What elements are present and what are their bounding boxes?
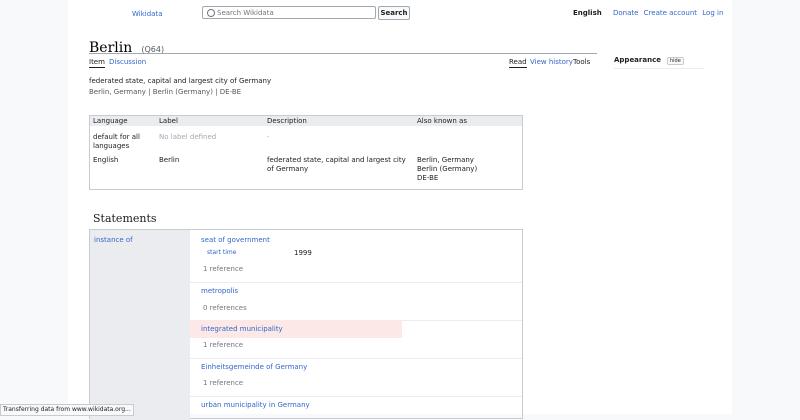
search-icon: [207, 9, 215, 17]
header-label: Label: [159, 117, 178, 125]
value-link[interactable]: metropolis: [201, 287, 238, 295]
statements-heading: Statements: [93, 212, 157, 225]
item-aliases: Berlin, Germany | Berlin (Germany) | DE-…: [89, 88, 242, 96]
row-default-label: No label defined: [159, 133, 217, 141]
row-english-language: English: [93, 156, 119, 164]
wikidata-logo[interactable]: Wikidata: [132, 10, 162, 18]
statement-value: integrated municipality 1 reference: [190, 320, 522, 359]
references-toggle[interactable]: 1 reference: [203, 341, 243, 349]
statement-value: Einheitsgemeinde of Germany 1 reference: [190, 358, 522, 397]
row-english-aliases: Berlin, Germany Berlin (Germany) DE-BE: [417, 156, 478, 182]
qualifier-value: 1999: [294, 249, 312, 257]
row-default-language: default for all languages: [93, 133, 140, 150]
row-default-description: -: [267, 133, 270, 141]
row-english-description: federated state, capital and largest cit…: [267, 156, 406, 173]
header-also-known-as: Also known as: [417, 117, 467, 125]
page-title: Berlin: [89, 40, 133, 56]
page: Wikidata Search English Donate Create ac…: [68, 0, 732, 420]
language-selector[interactable]: English: [573, 9, 602, 17]
references-toggle[interactable]: 1 reference: [203, 379, 243, 387]
property-column: instance of: [90, 230, 190, 420]
search-button[interactable]: Search: [378, 6, 410, 20]
user-links: English Donate Create account Log in: [573, 9, 723, 17]
statement-value: metropolis 0 references: [190, 282, 522, 321]
statement-value: urban municipality in Germany: [190, 396, 522, 420]
value-link[interactable]: Einheitsgemeinde of Germany: [201, 363, 307, 371]
log-in-link[interactable]: Log in: [702, 9, 723, 17]
tab-discussion[interactable]: Discussion: [109, 58, 146, 66]
appearance-label: Appearance: [614, 56, 661, 64]
search-input[interactable]: [217, 7, 367, 18]
search-box[interactable]: [202, 6, 376, 19]
qualifier-property[interactable]: start time: [207, 249, 236, 256]
item-id: (Q64): [141, 45, 165, 54]
references-toggle[interactable]: 0 references: [203, 304, 247, 312]
header-language: Language: [93, 117, 128, 125]
header-description: Description: [267, 117, 307, 125]
status-bar: Transferring data from www.wikidata.org.…: [0, 404, 134, 416]
item-description: federated state, capital and largest cit…: [89, 77, 272, 85]
tab-item[interactable]: Item: [89, 58, 105, 68]
donate-link[interactable]: Donate: [613, 9, 638, 17]
references-toggle[interactable]: 1 reference: [203, 265, 243, 273]
title-row: Berlin (Q64): [89, 37, 597, 56]
appearance-panel: Appearance hide: [614, 56, 704, 69]
tab-read[interactable]: Read: [509, 58, 527, 68]
statement-group: instance of seat of government start tim…: [89, 229, 523, 420]
value-link[interactable]: integrated municipality: [201, 325, 283, 333]
terms-table: Language Label Description Also known as…: [89, 115, 523, 190]
row-english-label: Berlin: [159, 156, 180, 164]
create-account-link[interactable]: Create account: [644, 9, 697, 17]
property-instance-of[interactable]: instance of: [94, 236, 133, 244]
statement-value: seat of government start time 1999 1 ref…: [190, 230, 522, 283]
tab-view-history[interactable]: View history: [530, 58, 573, 66]
value-link[interactable]: seat of government: [201, 236, 270, 244]
value-link[interactable]: urban municipality in Germany: [201, 401, 310, 409]
tab-tools[interactable]: Tools: [573, 58, 590, 66]
appearance-hide-button[interactable]: hide: [666, 57, 684, 65]
